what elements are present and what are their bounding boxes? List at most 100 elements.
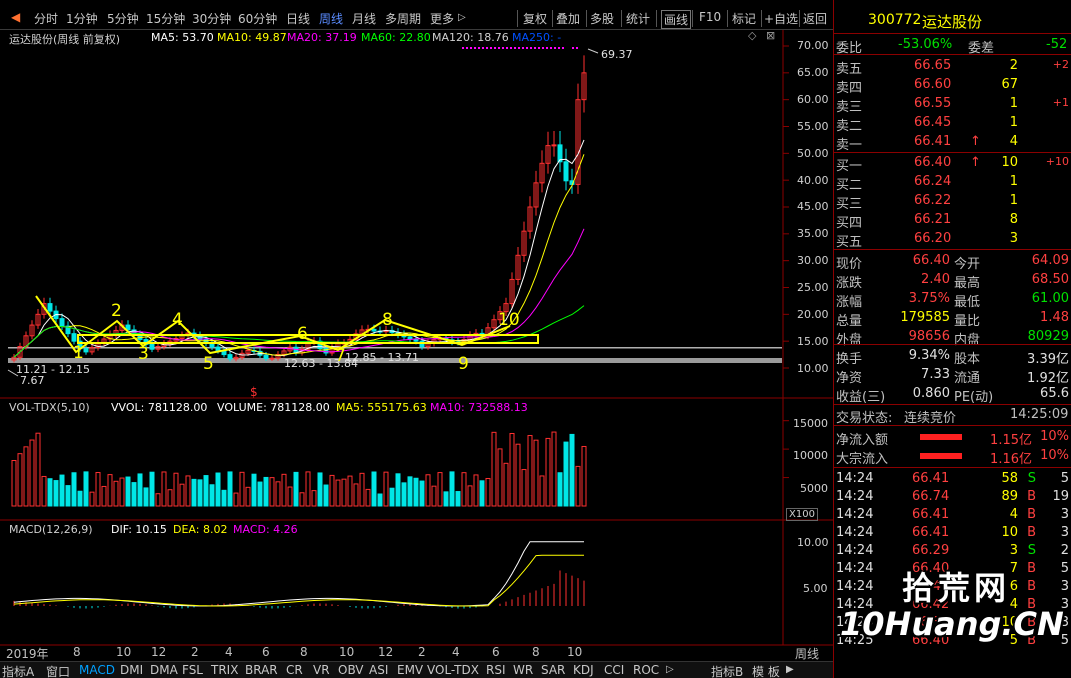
weekly-kline-chart[interactable] [0, 30, 833, 661]
tab-asi[interactable]: ASI [369, 663, 388, 677]
tab-dmi[interactable]: DMI [120, 663, 143, 677]
mark-button[interactable]: 标记 [732, 10, 756, 27]
tab-cr[interactable]: CR [286, 663, 303, 677]
tick-volume: 7 [1009, 561, 1018, 576]
tabs-scroll-icon[interactable]: ▷ [666, 664, 674, 675]
flow-row: 净流入额 1.15亿 10% [834, 428, 1071, 448]
volume-bar [203, 475, 209, 507]
tab-multi-period[interactable]: 多周期 [385, 10, 421, 27]
flow-value: 1.16亿 [990, 452, 1032, 467]
tab-fsl[interactable]: FSL [182, 663, 203, 677]
tab-30min[interactable]: 30分钟 [192, 10, 231, 27]
volume-bar [149, 471, 155, 507]
tick-row[interactable]: 14:24 66.74 89 B 19 [834, 488, 1071, 506]
tab-1min[interactable]: 1分钟 [66, 10, 98, 27]
order-price: 66.20 [914, 231, 952, 246]
tab-trix[interactable]: TRIX [211, 663, 238, 677]
stat-row: 涨跌 2.40 最高 68.50 [834, 271, 1071, 291]
wave-label-2: 2 [111, 301, 122, 321]
order-book-row[interactable]: 买二 66.24 1 [834, 173, 1071, 193]
order-book-row[interactable]: 卖五 66.65 2 +2 [834, 57, 1071, 77]
order-volume: 1 [1009, 174, 1018, 189]
tick-row[interactable]: 14:24 66.41 58 S 5 [834, 470, 1071, 488]
tab-rsi[interactable]: RSI [486, 663, 506, 677]
tab-template[interactable]: 模 板 [752, 663, 780, 678]
order-book-row[interactable]: 卖二 66.45 1 [834, 114, 1071, 134]
back-button[interactable]: 返回 [803, 10, 827, 27]
stat-label: 最低 [954, 295, 981, 310]
order-book-row[interactable]: 买四 66.21 8 [834, 211, 1071, 231]
tab-macd[interactable]: MACD [79, 663, 115, 677]
price-tick: 25.00 [797, 281, 829, 294]
tab-daily[interactable]: 日线 [286, 10, 310, 27]
tab-kdj[interactable]: KDJ [573, 663, 594, 677]
order-level-label: 买一 [836, 159, 863, 174]
tab-5min[interactable]: 5分钟 [107, 10, 139, 27]
tab-indicator-b[interactable]: 指标B [711, 663, 743, 678]
ma60-label: MA60: 22.80 [361, 31, 431, 44]
add-watchlist-button[interactable]: +自选 [764, 10, 798, 27]
tab-weekly[interactable]: 周线 [319, 10, 343, 27]
price-tick: 50.00 [797, 147, 829, 160]
order-price: 66.41 [914, 134, 952, 149]
tab-sar[interactable]: SAR [541, 663, 565, 677]
tick-volume: 10 [1001, 525, 1018, 540]
tab-wr[interactable]: WR [513, 663, 533, 677]
more-arrow-icon[interactable]: ▷ [458, 12, 466, 23]
tab-60min[interactable]: 60分钟 [238, 10, 277, 27]
draw-line-button[interactable]: 画线 [661, 10, 692, 29]
volume-bar [131, 482, 137, 507]
f10-button[interactable]: F10 [699, 10, 721, 24]
order-book-row[interactable]: 买一 66.40 ↑ 10 +10 [834, 154, 1071, 174]
statistics-button[interactable]: 统计 [626, 10, 650, 27]
flow-value: 1.15亿 [990, 433, 1032, 448]
multi-stock-button[interactable]: 多股 [590, 10, 614, 27]
order-book-row[interactable]: 卖四 66.60 67 [834, 76, 1071, 96]
tab-cci[interactable]: CCI [604, 663, 624, 677]
adjust-button[interactable]: 复权 [523, 10, 547, 27]
diamond-icon[interactable]: ◇ [748, 29, 756, 42]
sidebar-toggle-icon[interactable]: ◀ [11, 10, 20, 24]
candle-body [59, 318, 65, 327]
time-tick: 12 [378, 645, 394, 659]
zoom-icon[interactable]: ⊠ [766, 29, 775, 42]
tab-window[interactable]: 窗口 [46, 663, 70, 678]
tab-dma[interactable]: DMA [150, 663, 178, 677]
tick-row[interactable]: 14:24 66.29 3 S 2 [834, 542, 1071, 560]
tick-count: 19 [1052, 489, 1069, 504]
tab-brar[interactable]: BRAR [245, 663, 278, 677]
volume-bar [419, 480, 425, 507]
tab-intraday[interactable]: 分时 [34, 10, 58, 27]
order-book-row[interactable]: 买三 66.22 1 [834, 192, 1071, 212]
tab-obv[interactable]: OBV [338, 663, 364, 677]
tab-roc[interactable]: ROC [633, 663, 659, 677]
tab-15min[interactable]: 15分钟 [146, 10, 185, 27]
order-book-row[interactable]: 卖一 66.41 ↑ 4 [834, 133, 1071, 153]
tab-indicator-a[interactable]: 指标A [2, 663, 34, 678]
stat-label: 外盘 [836, 333, 863, 348]
ma20-label: MA20: 37.19 [287, 31, 357, 44]
tick-row[interactable]: 14:24 66.41 10 B 3 [834, 524, 1071, 542]
play-icon[interactable]: ▶ [786, 664, 794, 675]
tick-time: 14:24 [836, 471, 874, 486]
time-tick: 2 [418, 645, 426, 659]
tab-vr[interactable]: VR [313, 663, 330, 677]
tab-more[interactable]: 更多 [430, 10, 454, 27]
order-book-row[interactable]: 卖三 66.55 1 +1 [834, 95, 1071, 115]
dividend-marker: $ [250, 385, 258, 399]
tick-row[interactable]: 14:24 66.41 4 B 3 [834, 506, 1071, 524]
volume-bar [137, 473, 143, 507]
chart-background [0, 30, 833, 661]
tab-emv[interactable]: EMV [397, 663, 423, 677]
weicha-value: -52 [1046, 37, 1068, 52]
order-book-row[interactable]: 买五 66.20 3 [834, 230, 1071, 250]
tab-vol-tdx[interactable]: VOL-TDX [427, 663, 479, 677]
time-tick: 10 [567, 645, 583, 659]
order-volume: 4 [1009, 134, 1018, 149]
volume-bar [65, 485, 71, 507]
stat-label: 净资 [836, 371, 863, 386]
stat-row: 涨幅 3.75% 最低 61.00 [834, 290, 1071, 310]
tab-monthly[interactable]: 月线 [352, 10, 376, 27]
volume-bar [371, 471, 377, 507]
overlay-button[interactable]: 叠加 [556, 10, 580, 27]
